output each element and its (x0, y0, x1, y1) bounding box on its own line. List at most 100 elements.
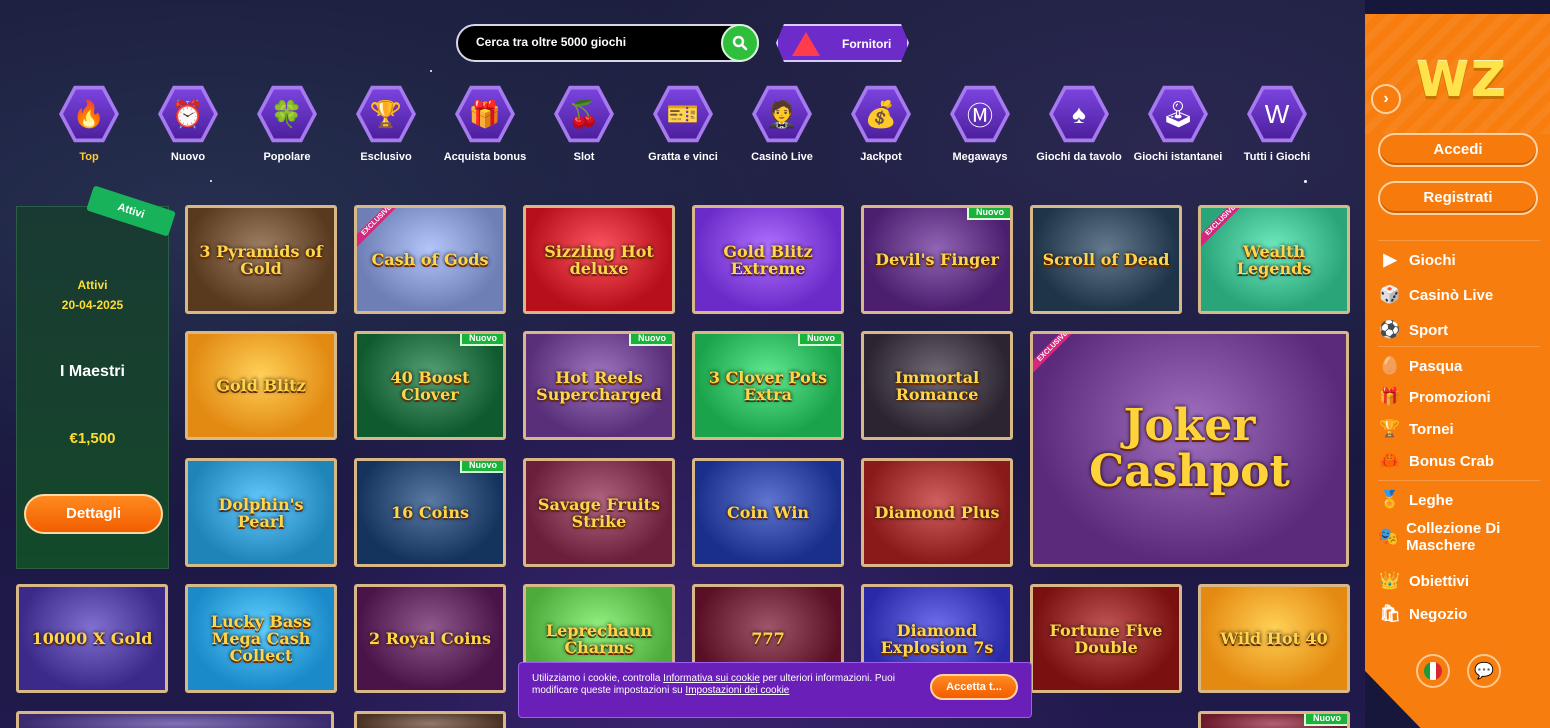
exclusive-label: EXCLUSIVE (1201, 208, 1248, 248)
sidebar-item-collezione-di-maschere[interactable]: 🎭 Collezione Di Maschere (1378, 520, 1543, 554)
alarm-clock-icon: ⏰ (162, 89, 214, 139)
cookie-settings-link[interactable]: Impostazioni dei cookie (685, 685, 789, 696)
sidebar-item-obiettivi[interactable]: 👑 Obiettivi (1378, 569, 1543, 593)
game-title: Wild Hot 40 (1220, 629, 1328, 648)
mask-icon: 🎭 (1378, 527, 1400, 546)
game-tile[interactable]: Devil's Finger Nuovo (861, 205, 1013, 314)
game-tile[interactable]: Dolphin's Pearl (185, 458, 337, 567)
tournament-card[interactable]: Attivi 20-04-2025 I Maestri €1,500 Detta… (16, 206, 169, 569)
sidebar-item-leghe[interactable]: 🏅 Leghe (1378, 488, 1543, 512)
category-dealer[interactable]: 🤵 Casinò Live (737, 84, 827, 163)
game-title: 777 (751, 629, 785, 648)
tournament-prize: €1,500 (69, 430, 116, 447)
sidebar-item-casin-live[interactable]: 🎲 Casinò Live (1378, 283, 1543, 307)
tournament-details-button[interactable]: Dettagli (24, 494, 163, 534)
search-button[interactable] (721, 24, 759, 62)
new-badge: Nuovo (460, 461, 503, 473)
game-tile[interactable]: 3 Clover Pots Extra Nuovo (692, 331, 844, 440)
game-tile[interactable]: Wealth Legends EXCLUSIVE (1198, 205, 1350, 314)
game-tile[interactable]: Gold Blitz (185, 331, 337, 440)
sidebar-item-label: Negozio (1409, 605, 1468, 623)
game-tile[interactable]: 2 Royal Coins (354, 584, 506, 693)
game-tile[interactable]: 3 Pyramids of Gold (185, 205, 337, 314)
game-tile[interactable]: Nuovo (1198, 711, 1350, 728)
game-tile[interactable] (16, 711, 334, 728)
category-label: Jackpot (860, 151, 902, 163)
game-title: Dolphin's Pearl (218, 494, 304, 531)
sidebar-item-promozioni[interactable]: 🎁 Promozioni (1378, 385, 1543, 409)
category-joystick[interactable]: 🕹 Giochi istantanei (1133, 84, 1223, 163)
category-label: Top (79, 151, 99, 163)
category-cherries[interactable]: 🍒 Slot (539, 84, 629, 163)
game-tile[interactable]: 16 Coins Nuovo (354, 458, 506, 567)
game-tile[interactable]: Coin Win (692, 458, 844, 567)
sidebar-item-negozio[interactable]: 🛍 Negozio (1378, 602, 1543, 626)
sidebar-item-pasqua[interactable]: 🥚 Pasqua (1378, 354, 1543, 378)
category-label: Giochi da tavolo (1036, 151, 1122, 163)
easter-egg-icon: 🥚 (1379, 356, 1401, 375)
search-bar[interactable] (456, 24, 759, 62)
game-tile[interactable]: 10000 X Gold (16, 584, 168, 693)
football-icon: ⚽ (1379, 320, 1401, 339)
cookie-policy-link[interactable]: Informativa sui cookie (663, 673, 760, 684)
category-trophy[interactable]: 🏆 Esclusivo (341, 84, 431, 163)
category-label: Popolare (263, 151, 311, 163)
game-tile[interactable]: Hot Reels Supercharged Nuovo (523, 331, 675, 440)
login-button[interactable]: Accedi (1378, 133, 1538, 167)
chat-button[interactable]: 💬 (1467, 654, 1501, 688)
megaways-m-icon: Ⓜ (954, 89, 1006, 139)
game-title: Gold Blitz Extreme (723, 241, 813, 278)
sidebar-item-bonus-crab[interactable]: 🦀 Bonus Crab (1378, 449, 1543, 473)
game-tile[interactable]: Savage Fruits Strike (523, 458, 675, 567)
game-tile[interactable]: Scroll of Dead (1030, 205, 1182, 314)
sidebar-item-sport[interactable]: ⚽ Sport (1378, 318, 1543, 342)
language-button[interactable] (1416, 654, 1450, 688)
game-tile[interactable]: Gold Blitz Extreme (692, 205, 844, 314)
category-alarm-clock[interactable]: ⏰ Nuovo (143, 84, 233, 163)
joystick-icon: 🕹 (1152, 89, 1204, 139)
game-tile[interactable]: Immortal Romance (861, 331, 1013, 440)
chat-bubble-icon: 💬 (1474, 663, 1494, 680)
category-clover[interactable]: 🍀 Popolare (242, 84, 332, 163)
category-w-badge[interactable]: W Tutti i Giochi (1232, 84, 1322, 163)
game-title: 10000 X Gold (31, 629, 153, 648)
category-money-bag[interactable]: 💰 Jackpot (836, 84, 926, 163)
providers-label: Fornitori (842, 37, 892, 51)
game-tile[interactable]: Lucky Bass Mega Cash Collect (185, 584, 337, 693)
cookie-banner: Utilizziamo i cookie, controlla Informat… (518, 662, 1032, 718)
game-title: Fortune Five Double (1049, 620, 1163, 657)
cookie-accept-button[interactable]: Accetta t... (930, 674, 1018, 700)
game-tile[interactable]: 40 Boost Clover Nuovo (354, 331, 506, 440)
category-scratch-card[interactable]: 🎫 Gratta e vinci (638, 84, 728, 163)
category-megaways-m[interactable]: Ⓜ Megaways (935, 84, 1025, 163)
brand-logo[interactable]: WZ (1416, 55, 1524, 105)
game-tile[interactable]: Fortune Five Double (1030, 584, 1182, 693)
game-title: 16 Coins (391, 503, 469, 522)
category-gift[interactable]: 🎁 Acquista bonus (440, 84, 530, 163)
game-title: Immortal Romance (894, 367, 980, 404)
game-tile[interactable]: Diamond Plus (861, 458, 1013, 567)
search-icon (732, 35, 748, 51)
sidebar-toggle[interactable]: › (1371, 84, 1401, 114)
game-title: 3 Clover Pots Extra (708, 367, 828, 404)
category-spade-card[interactable]: ♠ Giochi da tavolo (1034, 84, 1124, 163)
register-button[interactable]: Registrati (1378, 181, 1538, 215)
crab-claw-icon: 🦀 (1379, 451, 1401, 470)
game-tile[interactable]: Sizzling Hot deluxe (523, 205, 675, 314)
game-tile[interactable]: Cash of Gods EXCLUSIVE (354, 205, 506, 314)
sidebar-item-label: Pasqua (1409, 357, 1463, 375)
search-input[interactable] (476, 35, 716, 49)
sidebar-item-giochi[interactable]: ▶ Giochi (1378, 248, 1543, 272)
sidebar-item-tornei[interactable]: 🏆 Tornei (1378, 417, 1543, 441)
sidebar-item-label: Bonus Crab (1409, 452, 1495, 470)
game-tile[interactable]: Joker Cashpot EXCLUSIVE (1030, 331, 1349, 567)
game-tile[interactable]: Wild Hot 40 (1198, 584, 1350, 693)
menu-divider (1378, 346, 1540, 347)
game-title: 40 Boost Clover (390, 367, 470, 404)
providers-button[interactable]: Fornitori (776, 24, 909, 62)
new-badge: Nuovo (460, 334, 503, 346)
game-tile[interactable] (354, 711, 506, 728)
gift-icon: 🎁 (1379, 387, 1401, 406)
game-title: Joker Cashpot (1089, 400, 1290, 497)
category-fire[interactable]: 🔥 Top (44, 84, 134, 163)
